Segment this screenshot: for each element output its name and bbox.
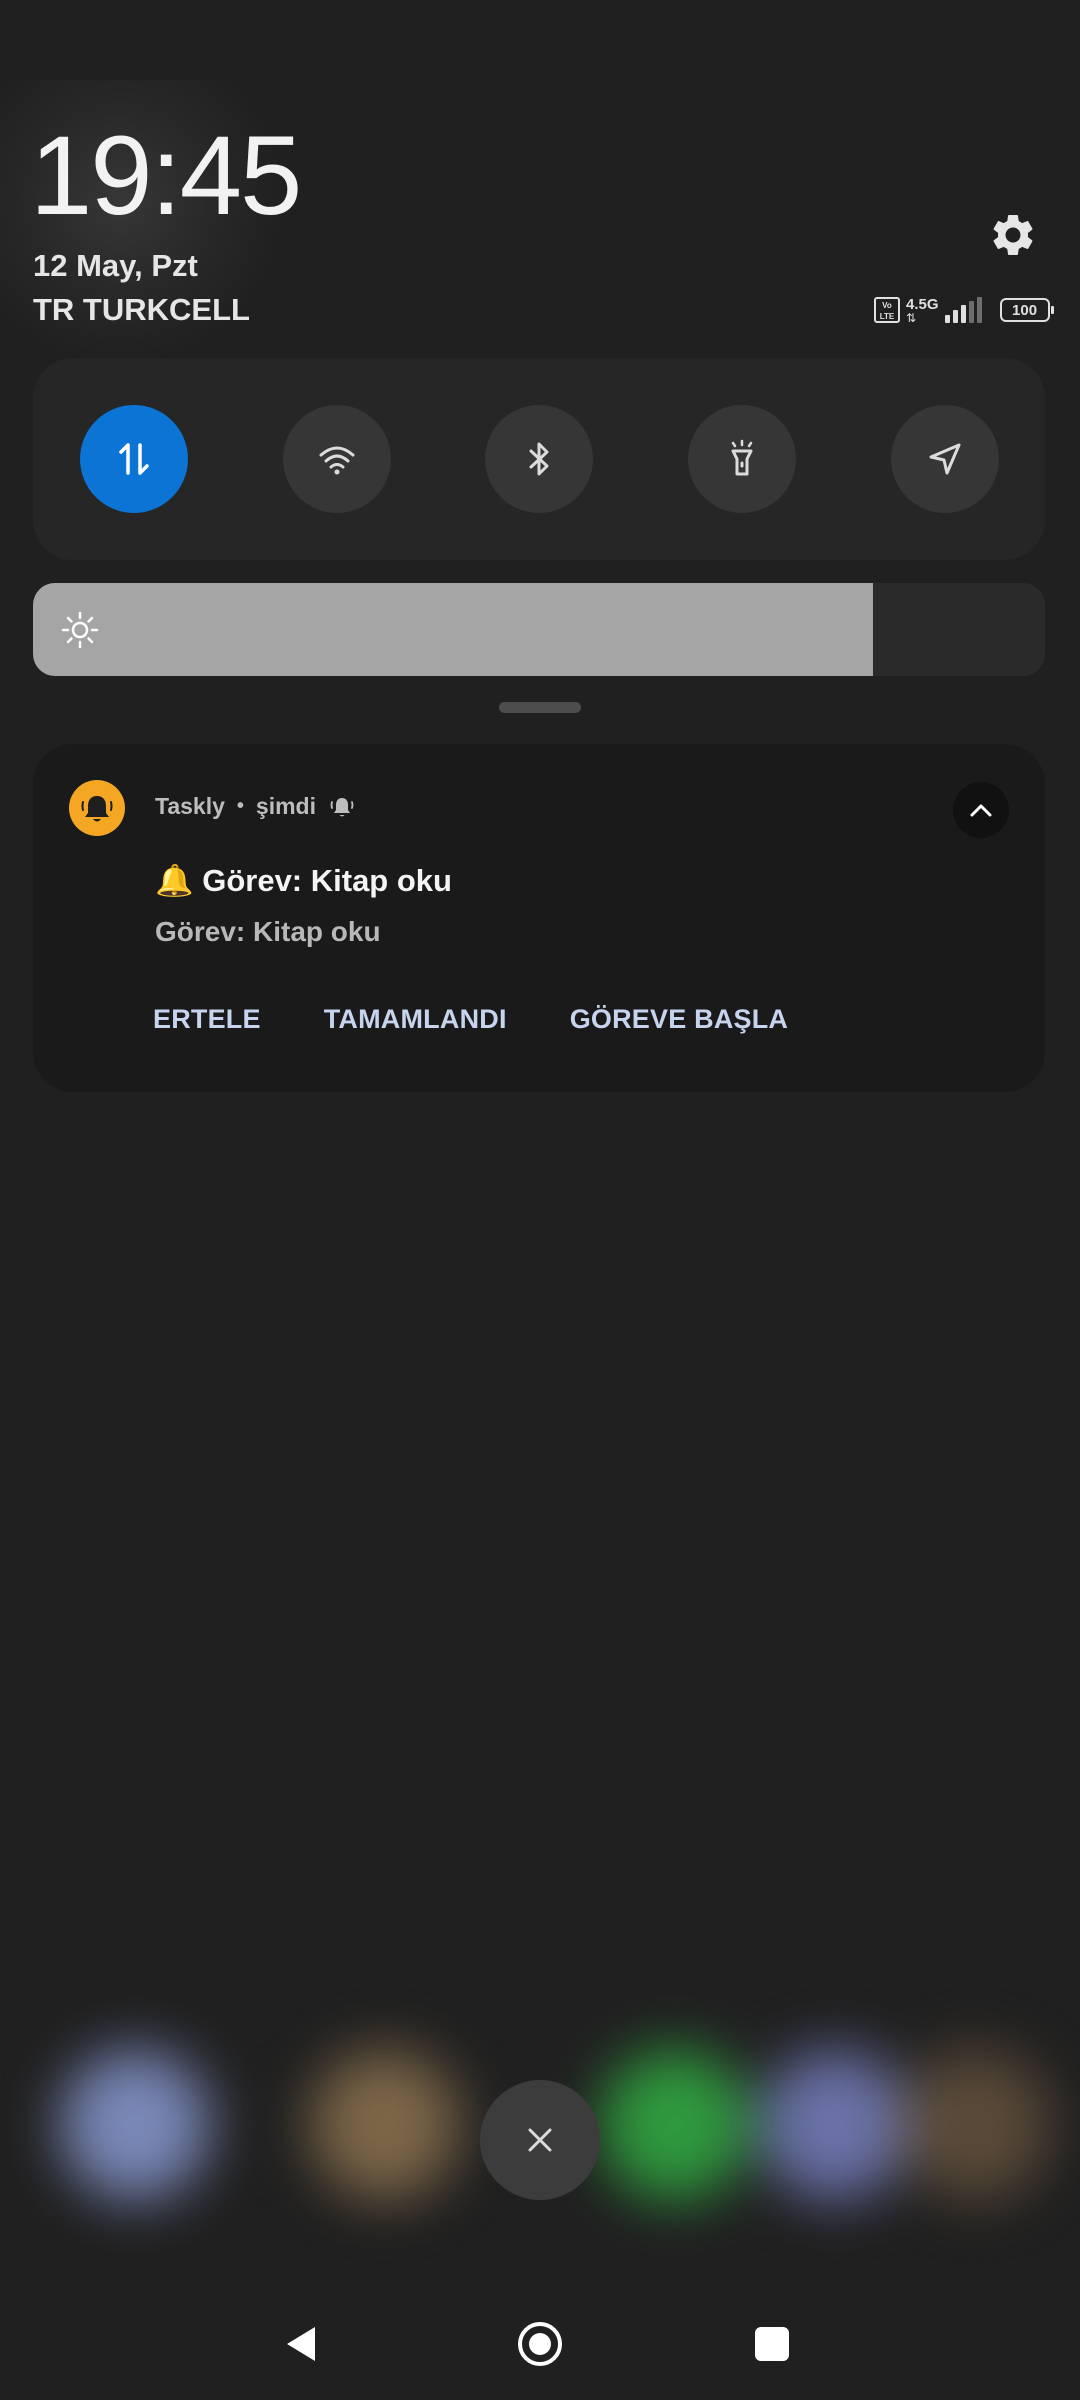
battery-level: 100 <box>1012 301 1038 319</box>
signal-strength-icon <box>944 297 982 323</box>
recents-square-icon <box>755 2327 789 2361</box>
gear-icon <box>993 215 1033 255</box>
carrier-label: TR TURKCELL <box>33 292 250 327</box>
snooze-button[interactable]: ERTELE <box>153 1004 261 1035</box>
nav-back-button[interactable] <box>276 2316 332 2372</box>
mobile-data-toggle[interactable] <box>80 405 188 513</box>
home-circle-icon <box>518 2322 562 2366</box>
location-icon <box>929 443 961 475</box>
complete-button[interactable]: TAMAMLANDI <box>324 1004 507 1035</box>
bell-ring-icon <box>81 796 113 822</box>
brightness-slider[interactable] <box>33 583 1045 676</box>
bluetooth-icon <box>529 442 549 476</box>
app-icon <box>69 780 125 836</box>
panel-drag-handle[interactable] <box>499 702 581 713</box>
nav-home-button[interactable] <box>512 2316 568 2372</box>
back-triangle-icon <box>287 2327 315 2361</box>
wifi-toggle[interactable] <box>283 405 391 513</box>
clock: 19:45 <box>30 113 302 238</box>
alarm-bell-icon <box>330 798 354 817</box>
location-toggle[interactable] <box>891 405 999 513</box>
quick-settings-panel <box>33 358 1045 560</box>
nav-recents-button[interactable] <box>744 2316 800 2372</box>
app-name: Taskly <box>155 792 225 819</box>
notification-title: 🔔 Görev: Kitap oku <box>155 863 452 898</box>
wifi-icon <box>319 446 355 475</box>
chevron-up-icon <box>970 804 992 817</box>
data-activity-icon: ⇅ <box>906 310 917 325</box>
brightness-level-fill <box>33 583 873 676</box>
start-task-button[interactable]: GÖREVE BAŞLA <box>570 1004 788 1035</box>
flashlight-icon <box>731 439 753 476</box>
notification-actions: ERTELE TAMAMLANDI GÖREVE BAŞLA <box>153 1004 788 1035</box>
notification-card[interactable]: Taskly • şimdi 🔔 Görev: Kitap oku Görev:… <box>33 744 1045 1092</box>
bluetooth-toggle[interactable] <box>485 405 593 513</box>
sun-icon <box>61 611 99 649</box>
header-separator: • <box>236 794 244 817</box>
collapse-button[interactable] <box>953 782 1009 838</box>
clear-all-button[interactable] <box>480 2080 600 2200</box>
battery-icon: 100 <box>999 298 1054 322</box>
close-icon <box>528 2128 552 2152</box>
notification-body: Görev: Kitap oku <box>155 916 381 947</box>
status-icons: Vo LTE 4.5G ⇅ 100 <box>874 290 1054 330</box>
date-label: 12 May, Pzt <box>33 248 198 283</box>
flashlight-toggle[interactable] <box>688 405 796 513</box>
network-type-label: 4.5G <box>906 295 939 313</box>
data-arrows-icon <box>119 443 149 475</box>
volte-icon: Vo LTE <box>874 297 900 323</box>
network-indicator: 4.5G ⇅ <box>906 297 939 324</box>
settings-gear-icon[interactable] <box>988 210 1038 260</box>
notification-header: Taskly • şimdi <box>155 792 356 820</box>
notification-time: şimdi <box>255 792 316 819</box>
